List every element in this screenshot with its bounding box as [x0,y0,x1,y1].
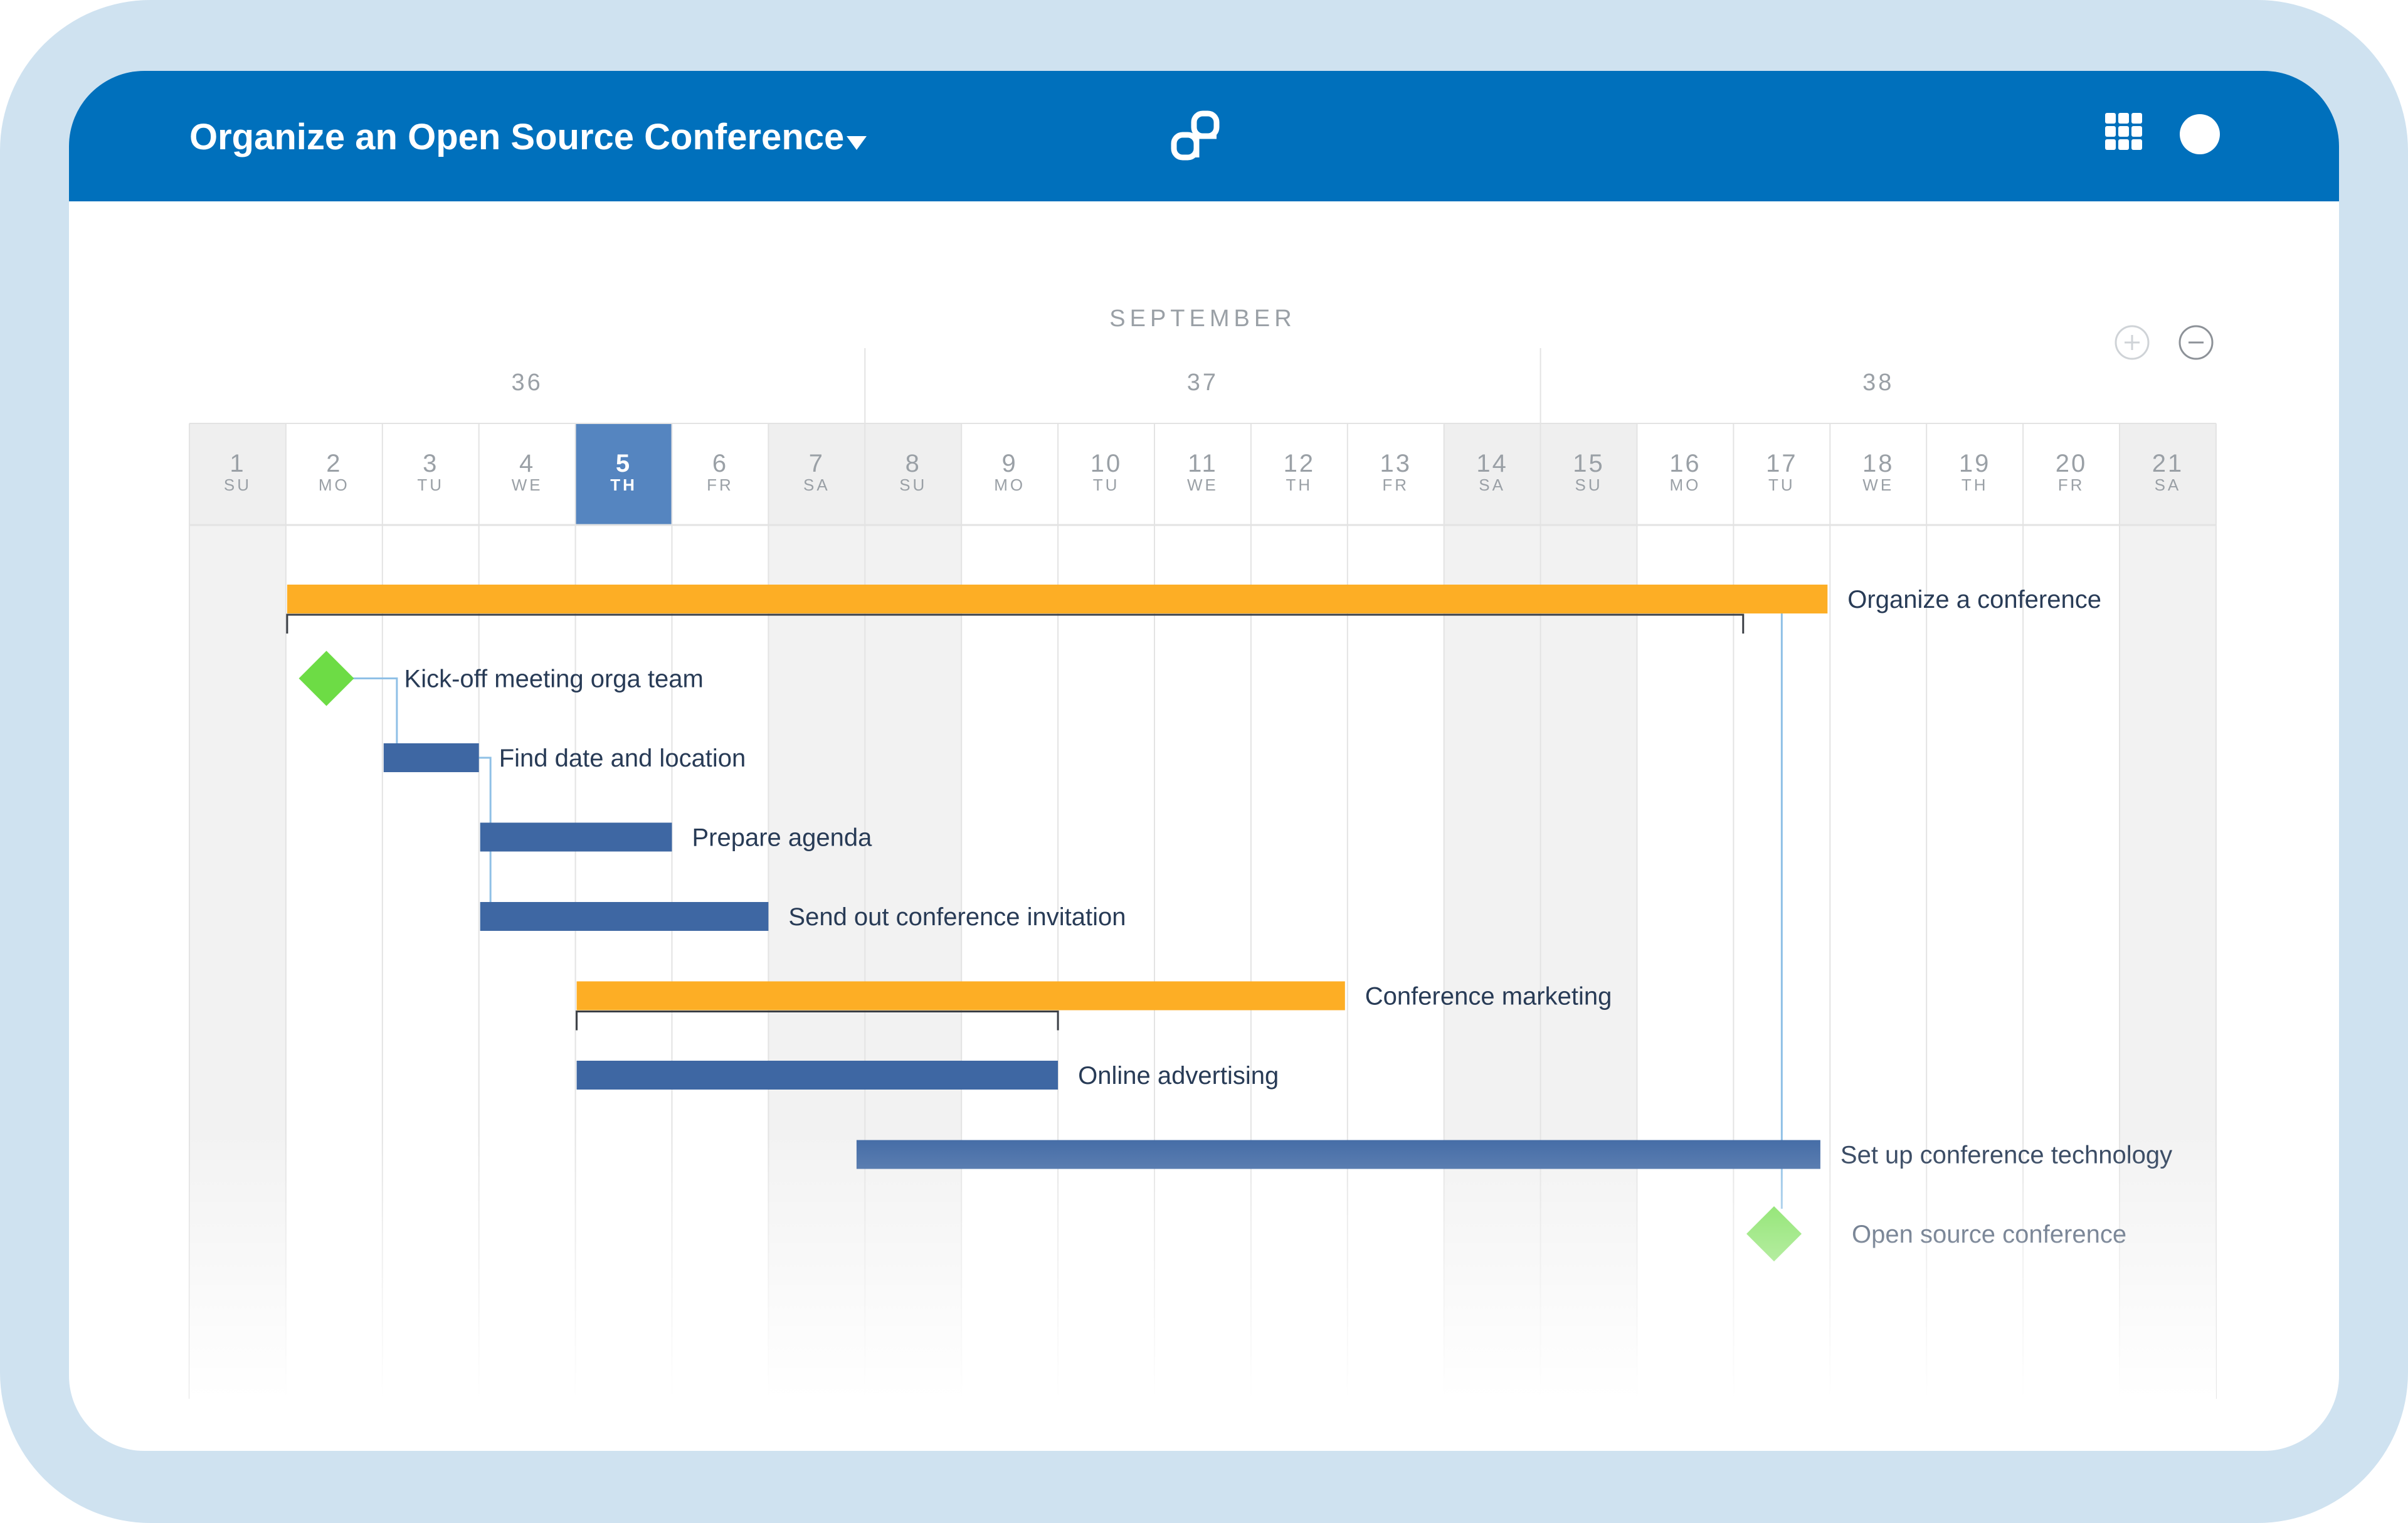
day-number: 6 [712,450,728,477]
task-bar [480,902,769,931]
day-of-week: TU [1093,475,1120,494]
day-number: 7 [809,450,825,477]
day-of-week: TH [610,475,637,494]
day-number: 10 [1090,450,1122,477]
task-bar [480,822,672,852]
day-of-week: MO [1670,475,1701,494]
milestone-diamond [298,650,354,706]
phase-bar [287,585,1828,613]
day-number: 1 [230,450,245,477]
work-package-label: Send out conference invitation [788,903,1126,931]
day-number: 13 [1380,450,1412,477]
day-of-week: MO [994,475,1025,494]
work-package-label: Find date and location [499,745,746,772]
day-number: 4 [519,450,535,477]
day-of-week: WE [512,475,543,494]
day-number: 9 [1002,450,1018,477]
gantt-chart: SEPTEMBER36 37 381SU2MO3TU4WE5TH6FR7SA8SU9… [189,305,2217,1399]
zoom-out-icon[interactable] [2178,324,2214,361]
day-of-week: TH [1286,475,1313,494]
day-number: 12 [1284,450,1316,477]
day-of-week: FR [707,475,734,494]
day-of-week: SA [803,475,830,494]
work-package-label: Conference marketing [1365,983,1612,1011]
work-package-label: Kick-off meeting orga team [404,666,704,693]
month-label: SEPTEMBER [1109,305,1296,332]
day-number: 19 [1959,450,1991,477]
day-number: 11 [1188,450,1218,477]
week-label: 37 [1187,369,1218,396]
work-package-label: Organize a conference [1847,586,2101,613]
day-number: 2 [326,450,342,477]
day-of-week: SU [224,475,251,494]
day-number: 14 [1476,450,1508,477]
day-number: 18 [1862,450,1894,477]
zoom-in-icon[interactable] [2114,324,2150,361]
task-bar [576,1061,1059,1090]
day-of-week: TH [1962,475,1988,494]
day-number: 17 [1766,450,1798,477]
day-of-week: SU [1575,475,1602,494]
task-bar [383,743,479,772]
day-of-week: WE [1862,475,1894,494]
day-number: 20 [2056,450,2088,477]
relation-line [1743,598,1783,1209]
week-label: 38 [1862,369,1894,396]
day-of-week: SU [899,475,927,494]
day-number: 5 [616,450,631,477]
day-of-week: SA [2155,475,2182,494]
day-number: 21 [2152,450,2184,477]
day-of-week: FR [2058,475,2085,494]
day-number: 8 [906,450,921,477]
day-number: 3 [423,450,438,477]
day-of-week: MO [319,475,350,494]
body-fade [189,1129,2216,1399]
week-label: 36 [512,369,543,396]
day-of-week: TU [417,475,444,494]
day-number: 16 [1669,450,1701,477]
day-of-week: SA [1479,475,1506,494]
day-number: 15 [1573,450,1605,477]
day-of-week: FR [1382,475,1409,494]
phase-bar [576,981,1345,1011]
work-package-label: Online advertising [1078,1062,1279,1090]
day-of-week: WE [1187,475,1218,494]
work-package-label: Prepare agenda [692,824,873,852]
day-of-week: TU [1768,475,1795,494]
